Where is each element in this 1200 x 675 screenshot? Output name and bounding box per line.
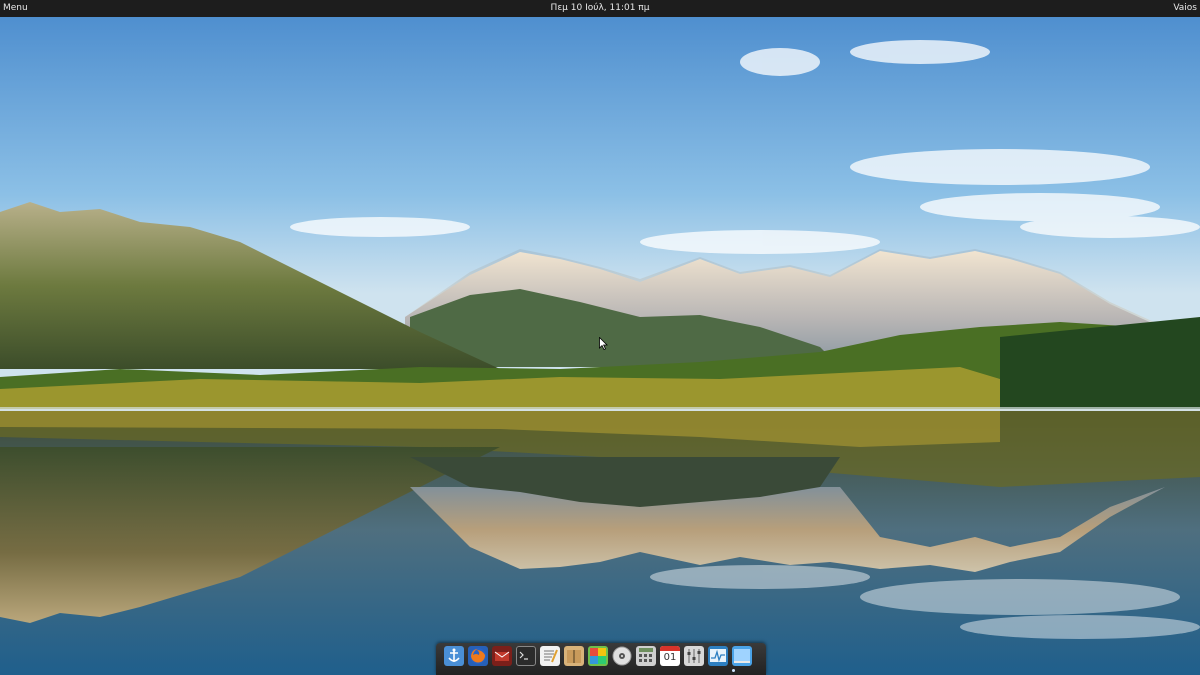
text-editor-icon[interactable] [540, 646, 560, 666]
photos-icon[interactable] [588, 646, 608, 666]
applications-menu-button[interactable]: Menu [3, 3, 28, 13]
calculator-icon[interactable] [636, 646, 656, 666]
user-menu-button[interactable]: Vaios [1173, 3, 1197, 13]
mouse-pointer-icon [599, 337, 608, 350]
running-indicator [732, 669, 735, 672]
calendar-day-label: 01 [663, 652, 677, 663]
clock-container: Πεμ 10 Ιούλ, 11:01 πμ [0, 3, 1200, 13]
firefox-icon[interactable] [468, 646, 488, 666]
disc-icon[interactable] [612, 646, 632, 666]
settings-icon[interactable] [684, 646, 704, 666]
archive-icon[interactable] [564, 646, 584, 666]
dock: 01 [436, 643, 766, 675]
desktop-icon[interactable] [732, 646, 752, 666]
calendar-icon[interactable]: 01 [660, 646, 680, 666]
system-monitor-icon[interactable] [708, 646, 728, 666]
top-panel: Menu Πεμ 10 Ιούλ, 11:01 πμ Vaios [0, 0, 1200, 17]
terminal-icon[interactable] [516, 646, 536, 666]
anchor-app-icon[interactable] [444, 646, 464, 666]
datetime-indicator[interactable]: Πεμ 10 Ιούλ, 11:01 πμ [551, 3, 650, 13]
mail-app-icon[interactable] [492, 646, 512, 666]
